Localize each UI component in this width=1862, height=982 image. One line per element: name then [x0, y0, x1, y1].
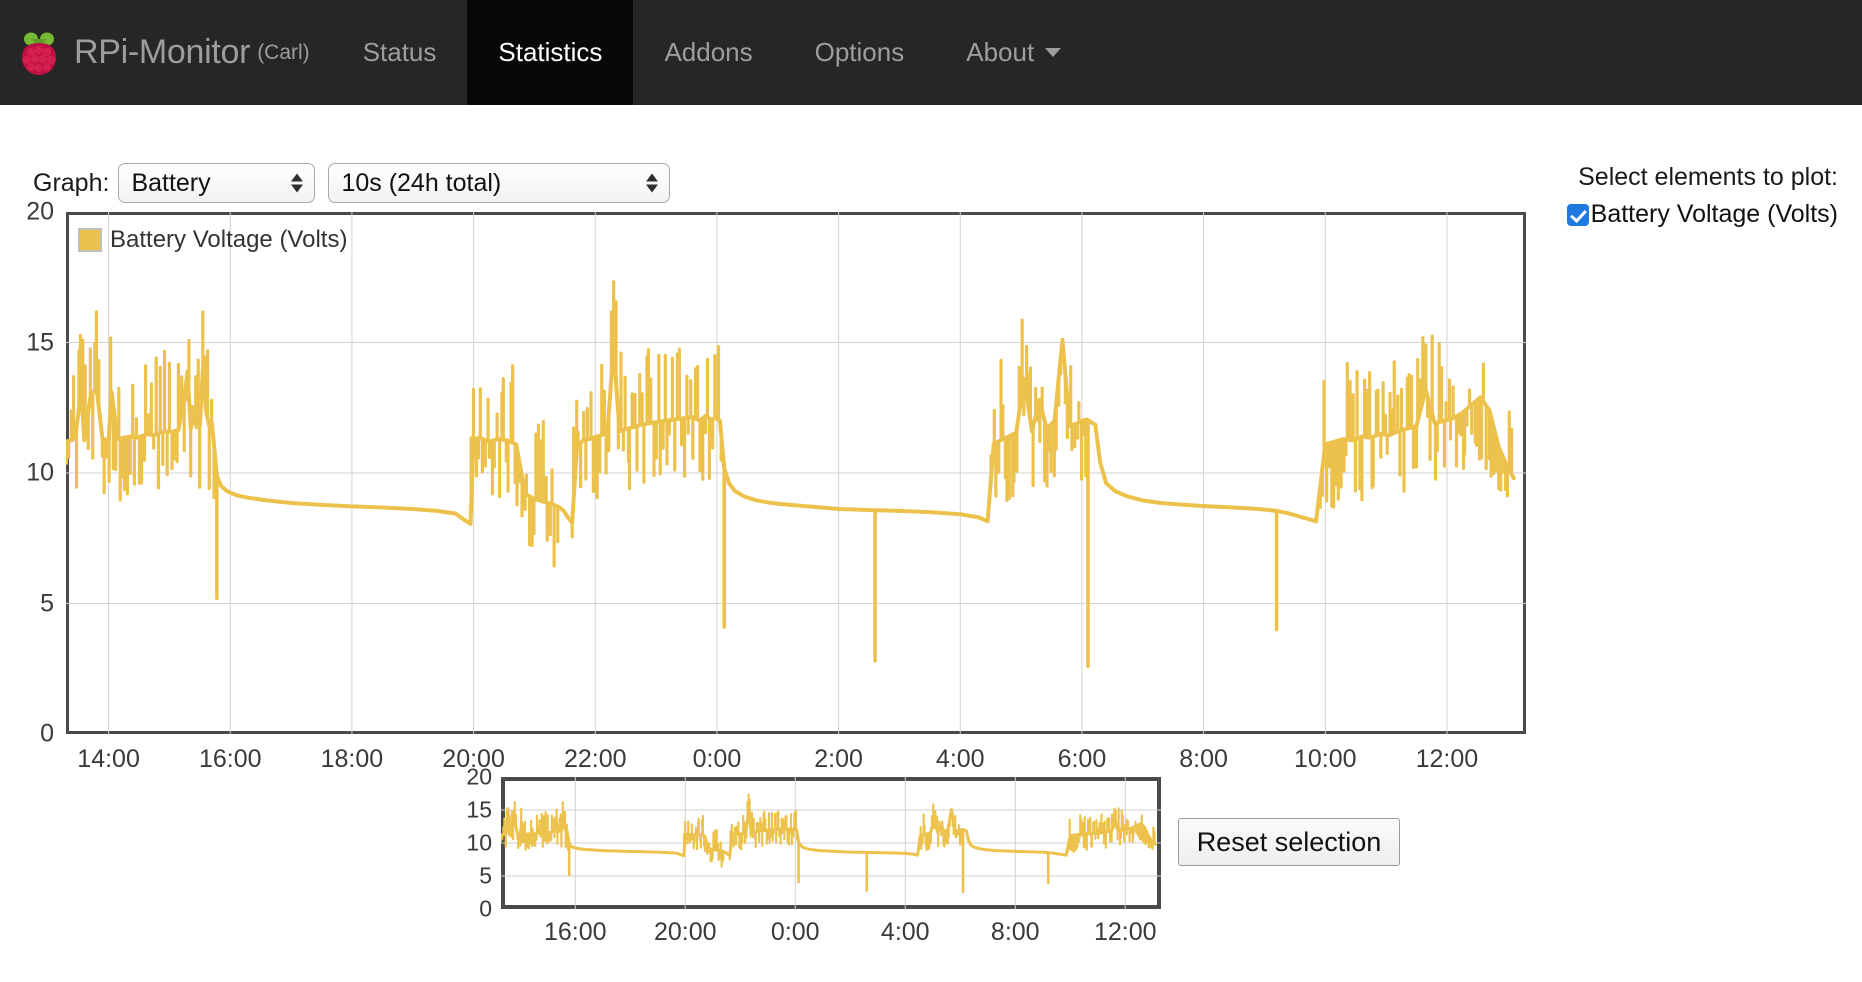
y-tick-label: 5: [479, 862, 492, 889]
x-tick-label: 0:00: [692, 745, 742, 773]
x-tick-label: 4:00: [880, 918, 930, 946]
x-tick-label: 0:00: [770, 918, 820, 946]
top-navbar: RPi-Monitor (Carl) Status Statistics Add…: [0, 0, 1862, 105]
nav-tab-statistics[interactable]: Statistics: [467, 0, 634, 105]
y-tick-label: 0: [479, 895, 492, 922]
nav-tab-options-label: Options: [814, 37, 905, 67]
series-spikes: [66, 280, 1514, 668]
y-tick-label: 0: [40, 719, 54, 748]
period-select[interactable]: 10s (24h total): [328, 163, 671, 203]
raspberry-pi-logo-icon: [22, 32, 56, 75]
nav-tab-status-label: Status: [362, 37, 437, 67]
overview-chart[interactable]: 0 5 10 15 20 16:00 20:00 0:00 4:00 8:00 12:00: [466, 764, 1161, 946]
brand-subtitle: (Carl): [257, 40, 310, 64]
checkbox-battery-voltage[interactable]: [1566, 203, 1589, 226]
x-tick-label: 2:00: [814, 745, 863, 773]
y-tick-label: 15: [466, 796, 492, 823]
y-tick-label: 20: [466, 763, 492, 790]
plot-select-title: Select elements to plot:: [1578, 163, 1838, 191]
brand-home-link[interactable]: RPi-Monitor (Carl): [0, 0, 332, 105]
series-line-battery-voltage: [66, 337, 1516, 526]
y-tick-label: 10: [26, 458, 54, 487]
up-down-spinner-icon: [646, 173, 659, 193]
legend-color-swatch: [78, 228, 102, 252]
graph-select-value: Battery: [131, 168, 211, 197]
nav-tab-status[interactable]: Status: [332, 0, 468, 105]
reset-selection-button[interactable]: Reset selection: [1178, 818, 1400, 866]
nav-tab-about[interactable]: About: [935, 0, 1092, 105]
x-tick-label: 4:00: [935, 745, 985, 773]
x-tick-label: 16:00: [198, 745, 262, 773]
plot-select-item[interactable]: Battery Voltage (Volts): [1566, 200, 1838, 229]
x-tick-label: 10:00: [1293, 745, 1357, 773]
legend-series-label: Battery Voltage (Volts): [110, 226, 348, 253]
x-tick-label: 22:00: [563, 745, 627, 773]
x-tick-label: 8:00: [990, 918, 1040, 946]
graph-select[interactable]: Battery: [118, 163, 316, 203]
nav-tab-addons[interactable]: Addons: [633, 0, 783, 105]
nav-tab-options[interactable]: Options: [784, 0, 936, 105]
main-chart[interactable]: Battery Voltage (Volts) 0 5 10 15 20 14:00 16…: [26, 198, 1526, 773]
plot-select-item-label: Battery Voltage (Volts): [1590, 200, 1838, 228]
plot-element-selector: Select elements to plot: Battery Voltage…: [1566, 163, 1838, 229]
y-tick-label: 5: [40, 589, 54, 617]
nav-tab-addons-label: Addons: [664, 37, 753, 67]
x-tick-label: 18:00: [320, 745, 384, 773]
nav-tab-statistics-label: Statistics: [498, 37, 603, 67]
period-select-value: 10s (24h total): [341, 168, 502, 197]
x-tick-label: 16:00: [543, 918, 607, 946]
x-tick-label: 20:00: [653, 918, 717, 946]
x-tick-label: 12:00: [1093, 918, 1157, 946]
x-tick-label: 6:00: [1057, 745, 1107, 773]
chart-gridlines: [66, 212, 1526, 734]
y-tick-label: 10: [466, 829, 492, 856]
x-tick-label: 14:00: [77, 745, 140, 773]
graph-label: Graph:: [33, 168, 110, 197]
y-tick-label: 15: [26, 328, 54, 356]
y-tick-label: 20: [26, 197, 54, 226]
reset-selection-label: Reset selection: [1196, 826, 1382, 857]
up-down-spinner-icon: [291, 173, 304, 193]
x-tick-label: 12:00: [1415, 745, 1479, 773]
overview-series-canvas: [501, 777, 1161, 909]
chevron-down-icon: [1045, 48, 1062, 57]
overview-gridlines: [501, 777, 1161, 909]
graph-controls: Graph: Battery 10s (24h total): [33, 163, 683, 203]
x-tick-label: 8:00: [1179, 745, 1228, 773]
overview-series-line: [501, 807, 1157, 858]
chart-legend: Battery Voltage (Volts): [78, 226, 347, 254]
brand-title: RPi-Monitor: [74, 33, 251, 71]
nav-tab-about-label: About: [966, 37, 1035, 67]
chart-series-canvas: [66, 212, 1526, 734]
